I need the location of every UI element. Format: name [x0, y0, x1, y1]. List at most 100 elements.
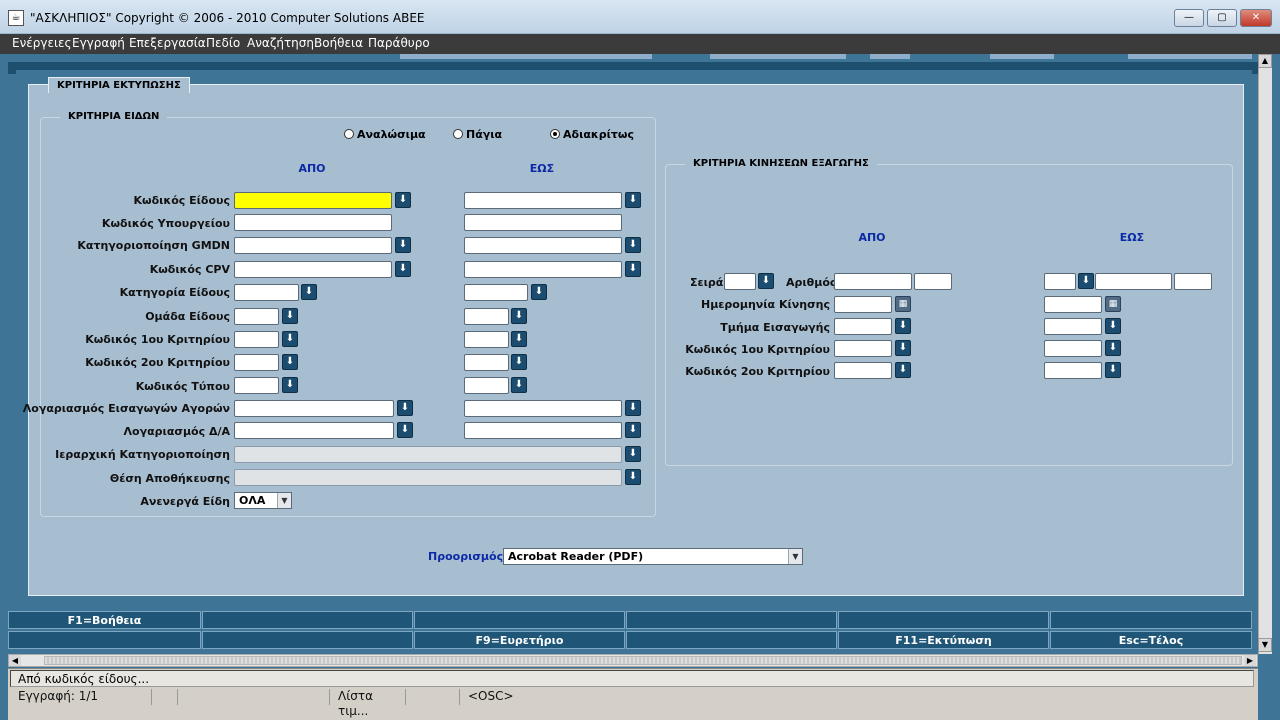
storage-position-input[interactable] — [234, 469, 622, 486]
item-group-to-input[interactable] — [464, 308, 509, 325]
criterion1-from-input[interactable] — [234, 331, 279, 348]
lov-icon[interactable]: ⬇ — [895, 362, 911, 378]
lov-icon[interactable]: ⬇ — [625, 192, 641, 208]
radio-consumables[interactable]: Αναλώσιμα — [344, 128, 426, 141]
lov-icon[interactable]: ⬇ — [758, 273, 774, 289]
fkey-print[interactable]: F11=Εκτύπωση — [838, 631, 1049, 649]
lov-icon[interactable]: ⬇ — [395, 261, 411, 277]
lov-icon[interactable]: ⬇ — [895, 340, 911, 356]
close-button[interactable]: ✕ — [1240, 9, 1272, 27]
cpv-to-input[interactable] — [464, 261, 622, 278]
lov-icon[interactable]: ⬇ — [301, 284, 317, 300]
number-to-input[interactable] — [1095, 273, 1172, 290]
mov-criterion1-from-input[interactable] — [834, 340, 892, 357]
mov-criterion2-from-input[interactable] — [834, 362, 892, 379]
menu-help[interactable]: Βοήθεια — [314, 36, 363, 50]
lov-icon[interactable]: ⬇ — [282, 377, 298, 393]
calendar-icon[interactable]: ▦ — [1105, 296, 1121, 312]
maximize-button[interactable]: ▢ — [1207, 9, 1237, 27]
item-category-from-input[interactable] — [234, 284, 299, 301]
scroll-up-arrow-icon[interactable]: ▲ — [1258, 54, 1272, 68]
mov-criterion1-to-input[interactable] — [1044, 340, 1102, 357]
lov-icon[interactable]: ⬇ — [625, 446, 641, 462]
da-account-to-input[interactable] — [464, 422, 622, 439]
minimize-button[interactable]: — — [1174, 9, 1204, 27]
ministry-code-from-input[interactable] — [234, 214, 392, 231]
type-code-to-input[interactable] — [464, 377, 509, 394]
radio-all[interactable]: Αδιακρίτως — [550, 128, 634, 141]
series-from-input[interactable] — [724, 273, 756, 290]
fkey-empty[interactable] — [414, 611, 625, 629]
lov-icon[interactable]: ⬇ — [511, 377, 527, 393]
menu-window[interactable]: Παράθυρο — [368, 36, 430, 50]
type-code-from-input[interactable] — [234, 377, 279, 394]
fkey-empty[interactable] — [838, 611, 1049, 629]
lov-icon[interactable]: ⬇ — [511, 308, 527, 324]
criterion2-from-input[interactable] — [234, 354, 279, 371]
import-dept-to-input[interactable] — [1044, 318, 1102, 335]
lov-icon[interactable]: ⬇ — [625, 400, 641, 416]
fkey-empty[interactable] — [202, 611, 413, 629]
gmdn-from-input[interactable] — [234, 237, 392, 254]
lov-icon[interactable]: ⬇ — [1078, 273, 1094, 289]
mov-criterion2-to-input[interactable] — [1044, 362, 1102, 379]
import-dept-from-input[interactable] — [834, 318, 892, 335]
cpv-from-input[interactable] — [234, 261, 392, 278]
item-code-to-input[interactable] — [464, 192, 622, 209]
lov-icon[interactable]: ⬇ — [282, 354, 298, 370]
lov-icon[interactable]: ⬇ — [625, 469, 641, 485]
lov-icon[interactable]: ⬇ — [395, 237, 411, 253]
lov-icon[interactable]: ⬇ — [625, 237, 641, 253]
movement-date-to-input[interactable] — [1044, 296, 1102, 313]
lov-icon[interactable]: ⬇ — [1105, 318, 1121, 334]
lov-icon[interactable]: ⬇ — [282, 331, 298, 347]
lov-icon[interactable]: ⬇ — [397, 400, 413, 416]
criterion1-to-input[interactable] — [464, 331, 509, 348]
lov-icon[interactable]: ⬇ — [511, 331, 527, 347]
lov-icon[interactable]: ⬇ — [895, 318, 911, 334]
chevron-down-icon[interactable]: ▼ — [788, 549, 802, 564]
menu-record[interactable]: Εγγραφή — [72, 36, 125, 50]
fkey-empty[interactable] — [626, 631, 837, 649]
lov-icon[interactable]: ⬇ — [397, 422, 413, 438]
chevron-down-icon[interactable]: ▼ — [277, 493, 291, 508]
da-account-from-input[interactable] — [234, 422, 394, 439]
lov-icon[interactable]: ⬇ — [395, 192, 411, 208]
vertical-scrollbar[interactable] — [1258, 54, 1272, 654]
scroll-down-arrow-icon[interactable]: ▼ — [1258, 638, 1272, 652]
fkey-empty[interactable] — [8, 631, 201, 649]
menu-actions[interactable]: Ενέργειες — [12, 36, 72, 50]
number-from-suffix-input[interactable] — [914, 273, 952, 290]
lov-icon[interactable]: ⬇ — [1105, 362, 1121, 378]
purchases-account-from-input[interactable] — [234, 400, 394, 417]
hierarchical-input[interactable] — [234, 446, 622, 463]
menu-search[interactable]: Αναζήτηση — [247, 36, 314, 50]
radio-fixed-assets[interactable]: Πάγια — [453, 128, 502, 141]
fkey-help[interactable]: F1=Βοήθεια — [8, 611, 201, 629]
lov-icon[interactable]: ⬇ — [625, 261, 641, 277]
ministry-code-to-input[interactable] — [464, 214, 622, 231]
calendar-icon[interactable]: ▦ — [895, 296, 911, 312]
lov-icon[interactable]: ⬇ — [625, 422, 641, 438]
lov-icon[interactable]: ⬇ — [282, 308, 298, 324]
gmdn-to-input[interactable] — [464, 237, 622, 254]
number-to-suffix-input[interactable] — [1174, 273, 1212, 290]
scroll-right-arrow-icon[interactable]: ▶ — [1244, 655, 1256, 666]
item-code-from-input[interactable] — [234, 192, 392, 209]
number-from-input[interactable] — [834, 273, 912, 290]
fkey-empty[interactable] — [1050, 611, 1252, 629]
item-group-from-input[interactable] — [234, 308, 279, 325]
tab-print-criteria[interactable]: ΚΡΙΤΗΡΙΑ ΕΚΤΥΠΩΣΗΣ — [48, 77, 190, 93]
destination-select[interactable]: Acrobat Reader (PDF) ▼ — [503, 548, 803, 565]
criterion2-to-input[interactable] — [464, 354, 509, 371]
lov-icon[interactable]: ⬇ — [531, 284, 547, 300]
fkey-empty[interactable] — [626, 611, 837, 629]
horizontal-scroll-thumb[interactable] — [44, 656, 1242, 665]
purchases-account-to-input[interactable] — [464, 400, 622, 417]
series-to-input[interactable] — [1044, 273, 1076, 290]
item-category-to-input[interactable] — [464, 284, 528, 301]
menu-field[interactable]: Πεδίο — [206, 36, 240, 50]
fkey-empty[interactable] — [202, 631, 413, 649]
menu-edit[interactable]: Επεξεργασία — [129, 36, 206, 50]
scroll-left-arrow-icon[interactable]: ◀ — [9, 655, 21, 666]
